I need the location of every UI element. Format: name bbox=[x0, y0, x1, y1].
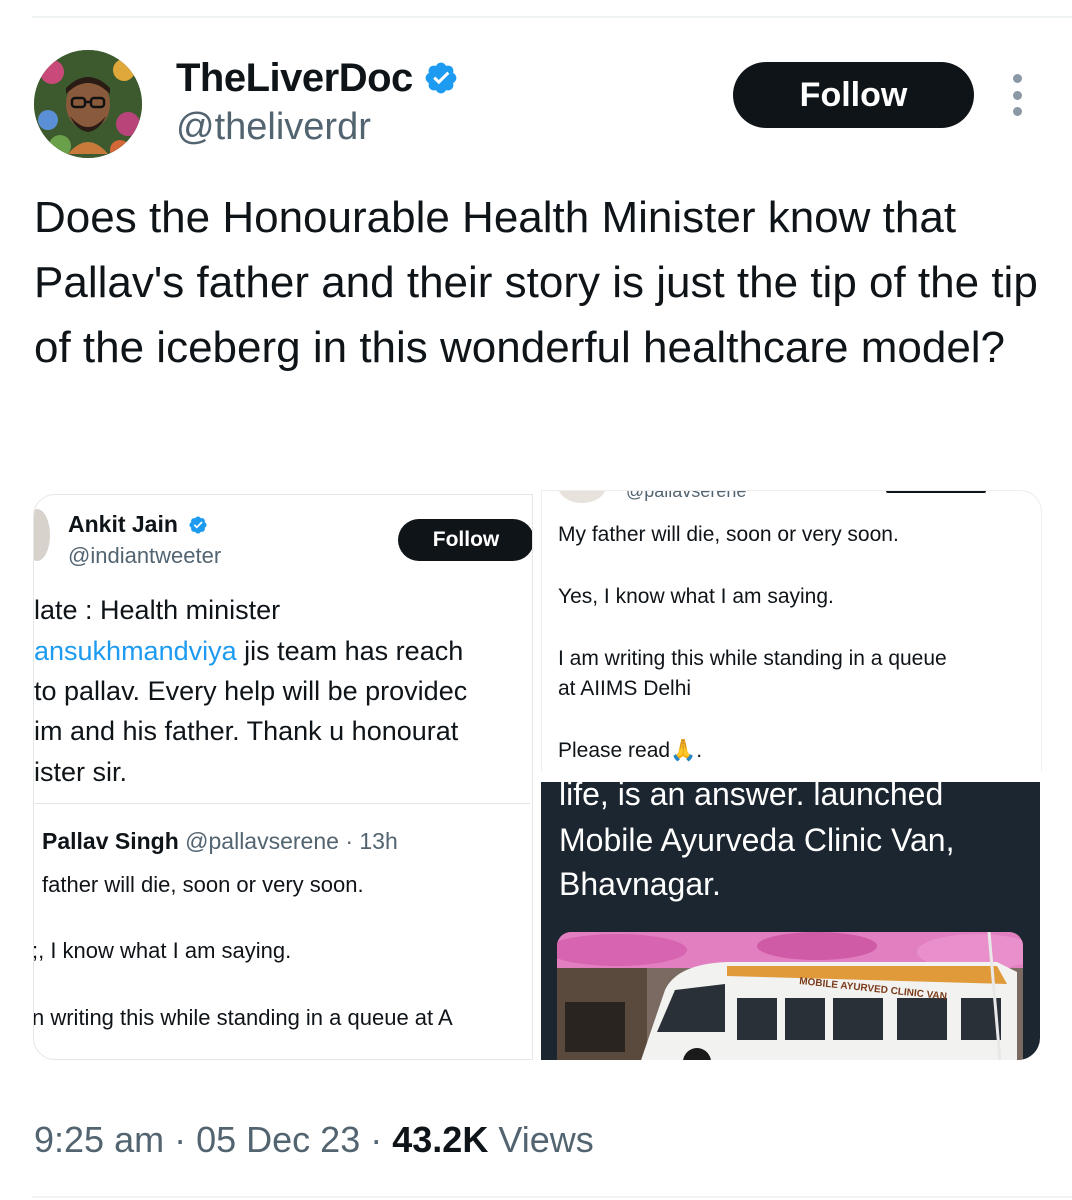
more-dot bbox=[1012, 90, 1022, 100]
ss-line-2-rest: jis team has reach bbox=[236, 636, 464, 666]
tweet-text: Does the Honourable Health Minister know… bbox=[34, 193, 1038, 372]
verified-badge-icon bbox=[425, 62, 457, 94]
media-image-right-top[interactable]: @pallavserene My father will die, soon o… bbox=[541, 490, 1042, 771]
ss-follow-button-edge bbox=[886, 491, 986, 493]
ss-handle-partial: @pallavserene bbox=[626, 490, 747, 501]
ss-quote-line-3: n writing this while standing in a queue… bbox=[33, 1005, 453, 1030]
bottom-divider bbox=[32, 1196, 1072, 1198]
avatar-illustration bbox=[34, 50, 142, 158]
author-name[interactable]: TheLiverDoc bbox=[176, 54, 413, 102]
meta-separator: · bbox=[370, 1119, 383, 1160]
ss-right-line-5: Please read🙏. bbox=[558, 739, 703, 762]
media-image-left[interactable]: Ankit Jain @indiantweeter Follow late : … bbox=[33, 494, 533, 1060]
views-count: 43.2K bbox=[392, 1119, 489, 1160]
more-dot bbox=[1012, 74, 1022, 83]
author-name-row: TheLiverDoc bbox=[176, 54, 459, 102]
tweet-media[interactable]: Ankit Jain @indiantweeter Follow late : … bbox=[33, 490, 1042, 1060]
ss-right-line-4: at AIIMS Delhi bbox=[558, 677, 692, 700]
ss-quote-time: · 13h bbox=[345, 828, 398, 854]
ss-quote-line-1: father will die, soon or very soon. bbox=[42, 872, 364, 897]
ss-dark-line-2: Mobile Ayurveda Clinic Van, bbox=[559, 822, 955, 858]
ambulance-van-illustration: MOBILE AYURVED CLINIC VAN bbox=[557, 932, 1023, 1060]
follow-button[interactable]: Follow bbox=[733, 62, 974, 128]
tweet-date[interactable]: 05 Dec 23 bbox=[196, 1119, 360, 1160]
ss-quote-header: Pallav Singh @pallavserene · 13h bbox=[42, 828, 398, 855]
ss-right-line-1: My father will die, soon or very soon. bbox=[558, 523, 899, 546]
ss-line-4: im and his father. Thank u honourat bbox=[34, 716, 459, 746]
ss-line-1: late : Health minister bbox=[34, 595, 281, 625]
ss-avatar bbox=[34, 509, 50, 561]
ss-author-handle: @indiantweeter bbox=[68, 543, 222, 568]
tweet-meta: 9:25 am · 05 Dec 23 · 43.2K Views bbox=[34, 1118, 594, 1162]
author-avatar[interactable] bbox=[34, 50, 142, 158]
van-photo: MOBILE AYURVED CLINIC VAN bbox=[557, 932, 1023, 1060]
ss-right-line-3: I am writing this while standing in a qu… bbox=[558, 647, 947, 670]
ss-mention: ansukhmandviya bbox=[34, 636, 237, 666]
ss-dark-line-1: life, is an answer. launched bbox=[559, 782, 944, 812]
media-image-right-bottom[interactable]: life, is an answer. launched Mobile Ayur… bbox=[541, 782, 1040, 1060]
top-divider bbox=[32, 16, 1072, 18]
ss-avatar bbox=[558, 491, 606, 503]
author-handle[interactable]: @theliverdr bbox=[176, 104, 371, 150]
ss-right-line-2: Yes, I know what I am saying. bbox=[558, 585, 834, 608]
ss-quote-name: Pallav Singh bbox=[42, 828, 179, 854]
ss-quoted-tweet: Pallav Singh @pallavserene · 13h father … bbox=[33, 803, 530, 1059]
tweet-time[interactable]: 9:25 am bbox=[34, 1119, 164, 1160]
ss-author-name: Ankit Jain bbox=[68, 511, 208, 538]
ss-line-2: ansukhmandviya jis team has reach bbox=[34, 636, 463, 667]
ss-quote-handle: @pallavserene bbox=[185, 828, 339, 854]
meta-separator: · bbox=[174, 1119, 187, 1160]
ss-line-3: to pallav. Every help will be providec bbox=[34, 676, 468, 706]
ss-line-5: ister sir. bbox=[34, 757, 128, 787]
ss-quote-line-2: ;, I know what I am saying. bbox=[33, 938, 292, 963]
more-dot bbox=[1012, 107, 1022, 116]
more-options-icon[interactable] bbox=[1006, 74, 1028, 116]
ss-author-name-text: Ankit Jain bbox=[68, 511, 178, 537]
verified-badge-icon bbox=[189, 516, 207, 534]
ss-dark-line-3: Bhavnagar. bbox=[559, 866, 721, 902]
ss-follow-button: Follow bbox=[398, 519, 532, 561]
views-label: Views bbox=[498, 1119, 594, 1160]
